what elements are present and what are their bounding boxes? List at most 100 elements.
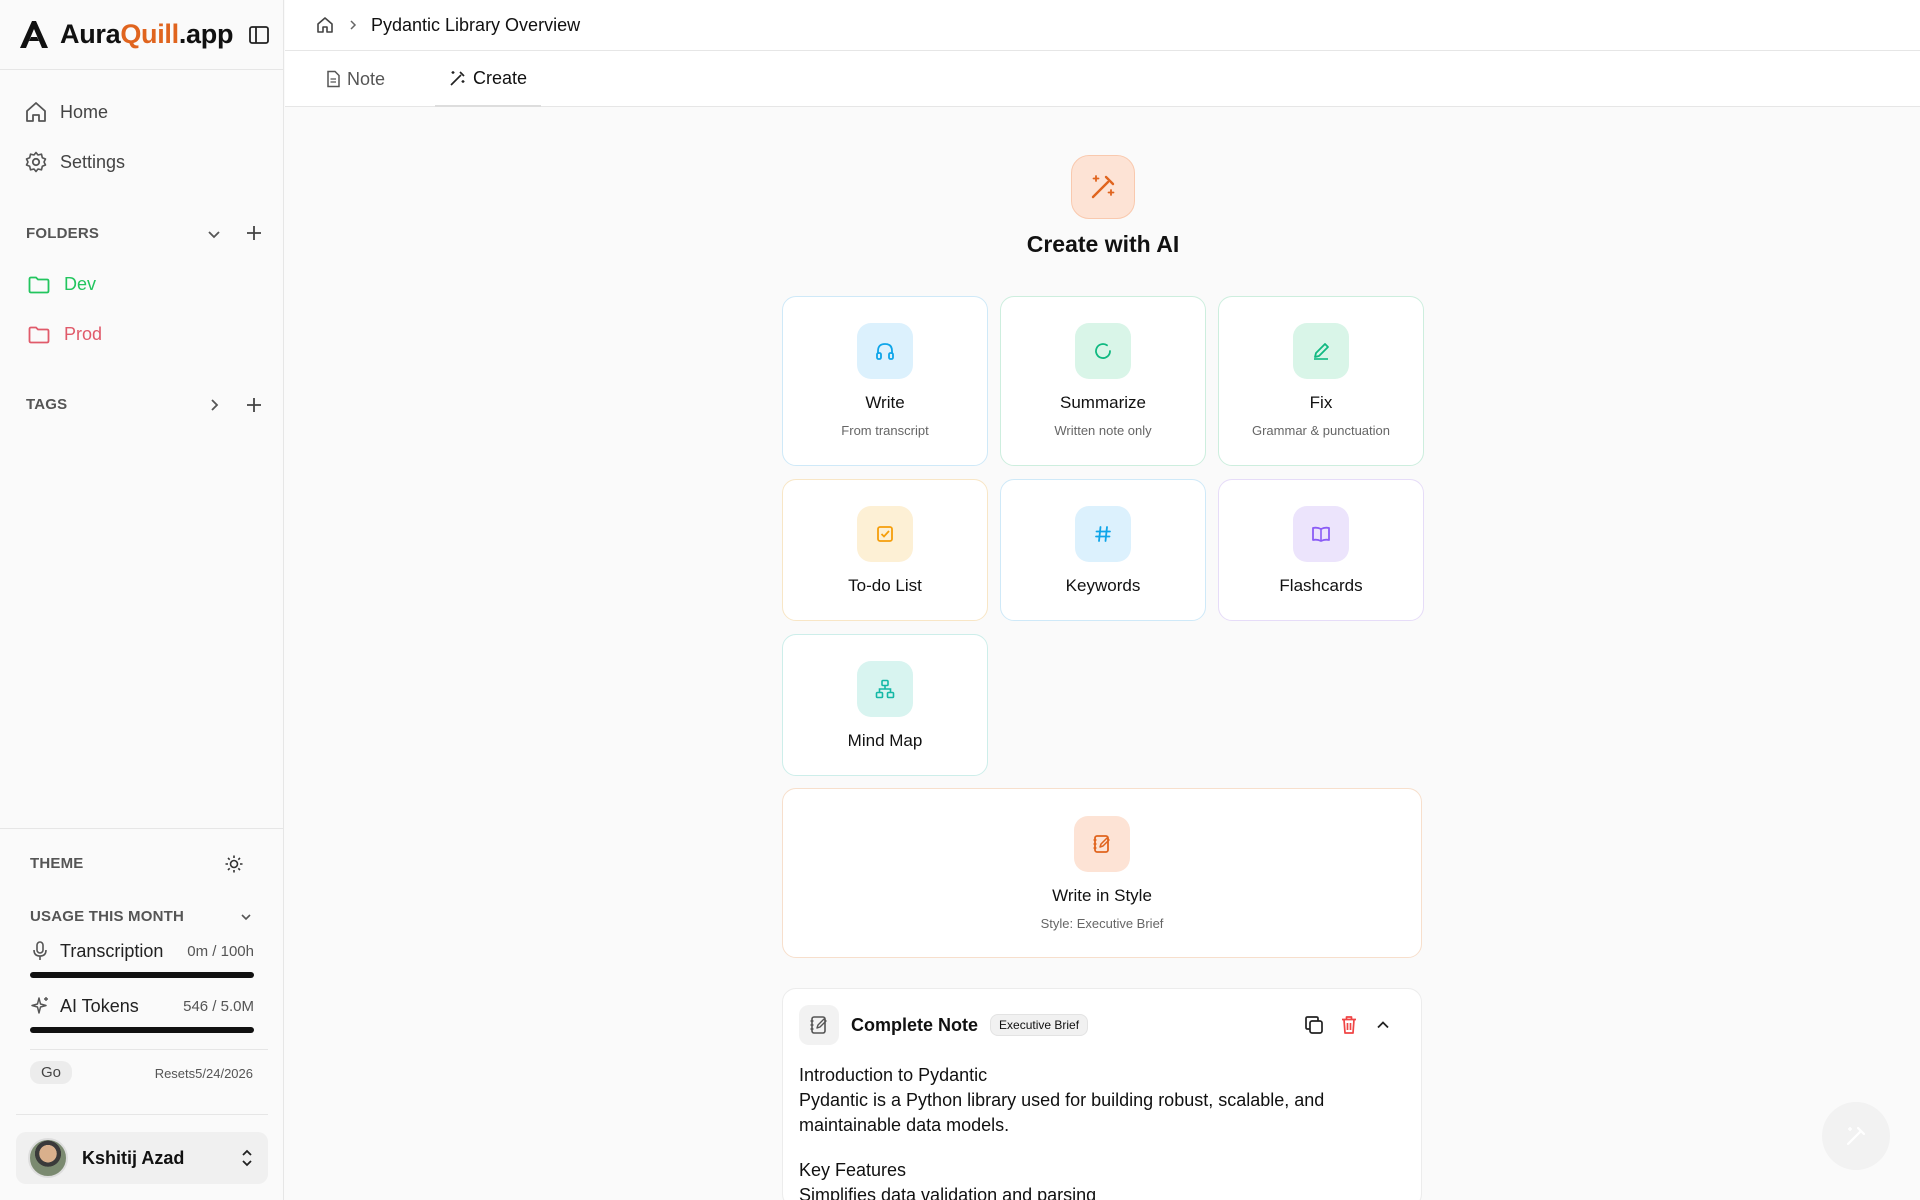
- tab-label: Create: [472, 67, 528, 88]
- quill-logo-icon: [18, 19, 50, 49]
- home-icon: [315, 15, 335, 35]
- transcription-progress-bar: [30, 972, 254, 978]
- copy-button[interactable]: [1303, 1014, 1325, 1036]
- note-heading: Key Features: [799, 1160, 907, 1180]
- card-subtitle: Written note only: [1054, 423, 1152, 438]
- notebook-pen-icon: [1091, 833, 1113, 855]
- magic-wand-icon: [1844, 1124, 1868, 1148]
- tab-note[interactable]: Note: [325, 51, 385, 107]
- usage-label: AI Tokens: [60, 995, 139, 1016]
- breadcrumb-home-button[interactable]: [315, 15, 335, 35]
- card-title: Write: [865, 393, 905, 412]
- sidebar-item-settings[interactable]: Settings: [24, 150, 125, 174]
- tags-expand-button[interactable]: [204, 395, 224, 415]
- note-header: Complete Note Executive Brief: [799, 1005, 1407, 1045]
- card-title: Keywords: [1065, 576, 1141, 595]
- theme-toggle-button[interactable]: [224, 854, 244, 874]
- tags-heading: TAGS: [26, 396, 68, 413]
- chevron-up-down-icon: [238, 1148, 256, 1168]
- keywords-card[interactable]: Keywords: [1000, 479, 1206, 621]
- card-title: Mind Map: [847, 731, 923, 750]
- sidebar-item-home[interactable]: Home: [24, 100, 108, 124]
- usage-amount: 0m / 100h: [187, 942, 254, 960]
- write-in-style-icon: [1074, 816, 1130, 872]
- sidebar: AuraQuill.app Home Settings FOLDERS Dev …: [0, 0, 284, 1200]
- note-title: Complete Note: [851, 1014, 979, 1035]
- sidebar-divider: [0, 69, 284, 70]
- document-icon: [325, 70, 347, 88]
- summarize-card[interactable]: Summarize Written note only: [1000, 296, 1206, 466]
- brand-logo[interactable]: AuraQuill.app: [18, 18, 233, 50]
- card-subtitle: From transcript: [841, 423, 929, 438]
- sun-icon: [224, 854, 244, 874]
- note-icon-box: [799, 1005, 839, 1045]
- tab-bar: Note Create: [285, 51, 1920, 107]
- write-in-style-card[interactable]: Write in Style Style: Executive Brief: [782, 788, 1422, 958]
- headphones-icon: [874, 340, 896, 362]
- summarize-card-icon: [1075, 323, 1131, 379]
- flashcards-card[interactable]: Flashcards: [1218, 479, 1424, 621]
- folder-label: Prod: [64, 324, 103, 344]
- delete-button[interactable]: [1339, 1014, 1359, 1036]
- folder-icon: [28, 275, 64, 295]
- user-menu-button[interactable]: Kshitij Azad: [16, 1132, 268, 1184]
- folder-item-prod[interactable]: Prod: [28, 324, 102, 345]
- usage-divider: [30, 1049, 268, 1050]
- usage-amount: 546 / 5.0M: [183, 997, 254, 1015]
- resets-text: Resets5/24/2026: [154, 1066, 253, 1081]
- card-title: To-do List: [848, 576, 922, 595]
- sparkle-icon: [30, 995, 60, 1017]
- floating-ai-button[interactable]: [1822, 1102, 1890, 1170]
- chevron-down-icon: [236, 907, 256, 927]
- top-bar: Pydantic Library Overview: [285, 0, 1920, 51]
- sidebar-panel-icon: [248, 24, 270, 46]
- folder-item-dev[interactable]: Dev: [28, 274, 96, 295]
- note-paragraph: Pydantic is a Python library used for bu…: [799, 1090, 1325, 1135]
- magic-wand-icon: [449, 69, 473, 87]
- network-icon: [874, 678, 896, 700]
- collapse-button[interactable]: [1373, 1015, 1393, 1035]
- complete-note-card: Complete Note Executive Brief Introducti…: [782, 988, 1422, 1200]
- chevron-right-icon: [347, 19, 359, 31]
- chevron-right-icon: [204, 395, 224, 415]
- fix-card-icon: [1293, 323, 1349, 379]
- book-icon: [1310, 523, 1332, 545]
- avatar: [28, 1138, 68, 1178]
- sidebar-toggle-button[interactable]: [248, 24, 270, 46]
- fix-card[interactable]: Fix Grammar & punctuation: [1218, 296, 1424, 466]
- note-heading: Introduction to Pydantic: [799, 1065, 988, 1085]
- create-title: Create with AI: [1026, 231, 1180, 257]
- card-title: Summarize: [1060, 393, 1146, 412]
- keywords-card-icon: [1075, 506, 1131, 562]
- add-tag-button[interactable]: [244, 395, 264, 415]
- note-content[interactable]: Introduction to Pydantic Pydantic is a P…: [799, 1063, 1399, 1200]
- magic-wand-icon: [1088, 172, 1118, 202]
- checkbox-icon: [874, 523, 896, 545]
- ai-tokens-progress-bar: [30, 1027, 254, 1033]
- chevron-up-icon: [1373, 1015, 1393, 1035]
- usage-ai-tokens: AI Tokens 546 / 5.0M: [30, 995, 254, 1017]
- tab-create[interactable]: Create: [435, 51, 541, 107]
- plus-icon: [244, 395, 264, 415]
- home-icon: [24, 100, 60, 124]
- mind-map-card[interactable]: Mind Map: [782, 634, 988, 776]
- create-hero-icon: [1071, 155, 1135, 219]
- plan-badge[interactable]: Go: [30, 1061, 73, 1084]
- mind-map-card-icon: [857, 661, 913, 717]
- card-title: Fix: [1309, 393, 1333, 412]
- breadcrumb-page-title: Pydantic Library Overview: [371, 14, 581, 35]
- write-card[interactable]: Write From transcript: [782, 296, 988, 466]
- usage-label: Transcription: [60, 940, 164, 961]
- card-subtitle: Grammar & punctuation: [1251, 423, 1390, 438]
- todo-list-card[interactable]: To-do List: [782, 479, 988, 621]
- folder-icon: [28, 325, 64, 345]
- refresh-icon: [1092, 340, 1114, 362]
- hashtag-icon: [1092, 523, 1114, 545]
- folder-label: Dev: [64, 274, 97, 294]
- note-paragraph: Simplifies data validation and parsing: [799, 1185, 1097, 1200]
- usage-collapse-button[interactable]: [236, 907, 256, 927]
- usage-transcription: Transcription 0m / 100h: [30, 940, 254, 962]
- trash-icon: [1339, 1014, 1359, 1036]
- notebook-pen-icon: [808, 1014, 830, 1036]
- write-card-icon: [857, 323, 913, 379]
